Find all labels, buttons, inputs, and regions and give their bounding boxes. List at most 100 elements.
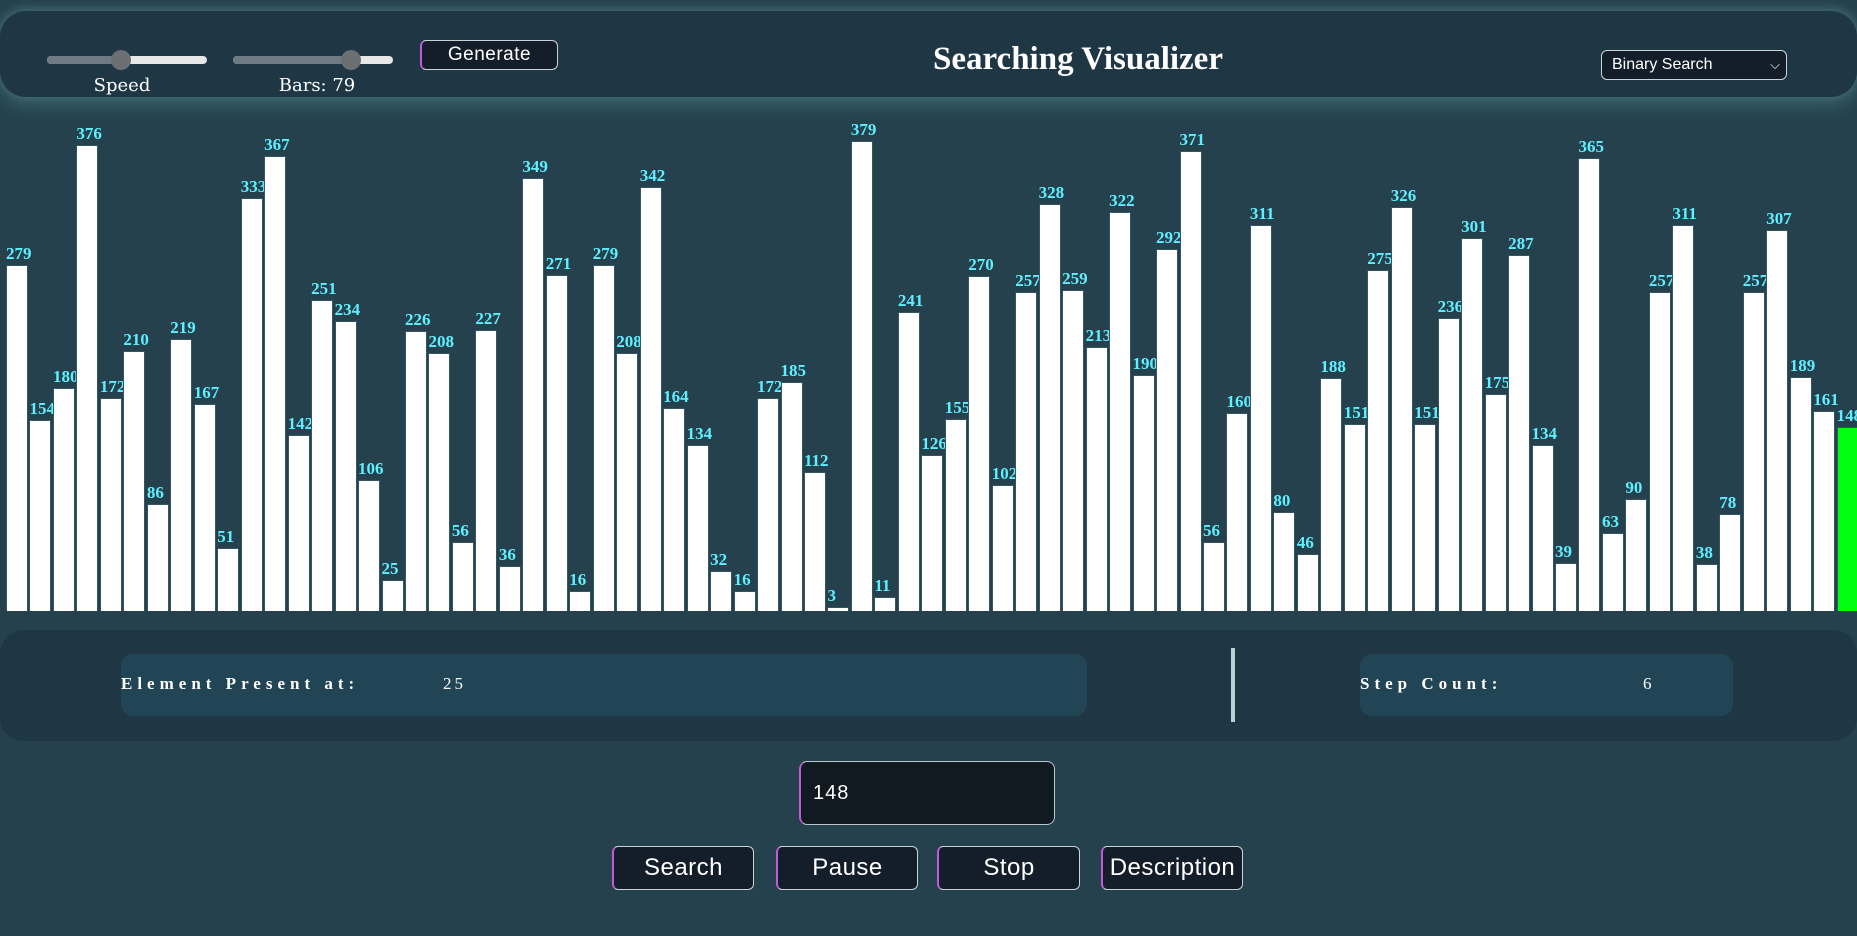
- bar: [428, 353, 451, 611]
- bar-value-label: 287: [1508, 234, 1534, 254]
- bar: [850, 141, 873, 611]
- bar-value-label: 78: [1719, 493, 1737, 513]
- bar-value-label: 86: [146, 483, 164, 503]
- bar-value-label: 213: [1085, 325, 1112, 345]
- bar-value-label: 164: [663, 386, 689, 406]
- bar-value-label: 259: [1062, 268, 1088, 288]
- bar-value-label: 51: [217, 526, 235, 546]
- search-button[interactable]: Search: [612, 846, 754, 890]
- chevron-down-icon: ⌵: [1770, 57, 1780, 72]
- bar: [170, 339, 193, 611]
- bar-value-label: 226: [404, 309, 431, 329]
- bar: [334, 320, 357, 611]
- generate-button[interactable]: Generate: [420, 40, 558, 70]
- bar-value-label: 36: [498, 545, 516, 565]
- bar: [1672, 225, 1695, 611]
- bar-value-label: 292: [1156, 227, 1182, 247]
- bar: [827, 607, 850, 611]
- bar-value-label: 134: [686, 423, 713, 443]
- bar: [1390, 206, 1413, 611]
- bars-slider-thumb[interactable]: [341, 50, 362, 70]
- bar: [217, 547, 240, 611]
- bar-value-label: 311: [1672, 204, 1697, 224]
- bar-value-label: 270: [968, 255, 994, 275]
- bar-value-label: 219: [170, 318, 196, 338]
- search-value-input[interactable]: 148: [799, 761, 1055, 825]
- bar-value-label: 326: [1390, 185, 1417, 205]
- bar: [1109, 211, 1132, 611]
- bar-value-label: 160: [1226, 391, 1252, 411]
- bar: [1343, 423, 1366, 611]
- bar-value-label: 349: [522, 157, 548, 177]
- bar: [733, 591, 756, 611]
- bar-value-label: 279: [592, 244, 619, 264]
- bar: [1531, 444, 1554, 611]
- bar-value-label: 155: [944, 397, 971, 417]
- bar: [381, 580, 404, 611]
- bar: [1367, 270, 1390, 611]
- element-position-label: Element Present at:: [121, 674, 360, 693]
- bar-value-label: 39: [1555, 541, 1573, 561]
- bar-value-label: 328: [1038, 183, 1065, 203]
- bar-value-label: 257: [1742, 271, 1769, 291]
- bar-value-label: 234: [334, 299, 361, 319]
- bar-value-label: 322: [1109, 190, 1135, 210]
- bar-value-label: 3: [827, 586, 836, 606]
- bar: [921, 454, 944, 611]
- bar: [874, 597, 897, 611]
- bar: [592, 265, 615, 611]
- bar-value-label: 16: [733, 570, 751, 590]
- bar-value-label: 188: [1320, 356, 1346, 376]
- bar: [686, 444, 709, 611]
- bar: [6, 265, 28, 611]
- bar: [1320, 377, 1343, 611]
- bar: [1038, 204, 1061, 611]
- bar-value-label: 106: [358, 458, 384, 478]
- bar: [146, 504, 169, 611]
- bar: [780, 381, 803, 611]
- speed-slider-thumb[interactable]: [110, 50, 131, 70]
- bar-value-label: 38: [1695, 542, 1713, 562]
- pause-button[interactable]: Pause: [776, 846, 918, 890]
- bar-value-label: 275: [1367, 249, 1393, 268]
- bar: [991, 484, 1014, 611]
- bar-value-label: 142: [287, 413, 314, 433]
- bar-value-label: 175: [1484, 373, 1511, 392]
- description-button[interactable]: Description: [1101, 846, 1243, 890]
- speed-label: Speed: [93, 75, 151, 96]
- bar-value-label: 112: [803, 451, 829, 471]
- info-panel: Element Present at: 25 Step Count: 6: [0, 630, 1857, 741]
- bar-value-label: 189: [1789, 355, 1816, 375]
- page-title: Searching Visualizer: [933, 41, 1223, 77]
- step-count-value: 6: [1643, 674, 1655, 693]
- bar: [193, 403, 216, 611]
- bar: [1132, 375, 1155, 611]
- bar: [76, 144, 99, 611]
- element-position-box: Element Present at: 25: [121, 654, 1087, 716]
- bar-value-label: 307: [1766, 209, 1792, 229]
- bar: [757, 397, 780, 611]
- bar: [1226, 412, 1249, 611]
- bar: [240, 198, 263, 611]
- bar-value-label: 16: [569, 570, 587, 590]
- bar: [1648, 292, 1671, 611]
- speed-slider-fill: [47, 56, 121, 64]
- bar-value-label: 365: [1578, 137, 1604, 157]
- bar: [475, 329, 498, 611]
- bar: [311, 299, 334, 611]
- bar-value-label: 151: [1343, 402, 1370, 422]
- bar-value-label: 208: [428, 332, 454, 352]
- bars-slider-fill: [233, 56, 352, 64]
- bars-slider[interactable]: [233, 49, 393, 71]
- stop-button[interactable]: Stop: [937, 846, 1080, 890]
- bar: [1273, 511, 1296, 611]
- bar-value-label: 25: [381, 559, 399, 578]
- speed-slider[interactable]: [47, 49, 207, 71]
- bar-value-label: 210: [123, 329, 149, 349]
- algorithm-select[interactable]: Binary Search ⌵: [1601, 50, 1787, 80]
- bar: [1156, 248, 1179, 611]
- step-count-box: Step Count: 6: [1360, 654, 1733, 716]
- bar-value-label: 241: [897, 291, 924, 311]
- bar: [358, 479, 381, 611]
- bar-value-label: 180: [52, 366, 79, 386]
